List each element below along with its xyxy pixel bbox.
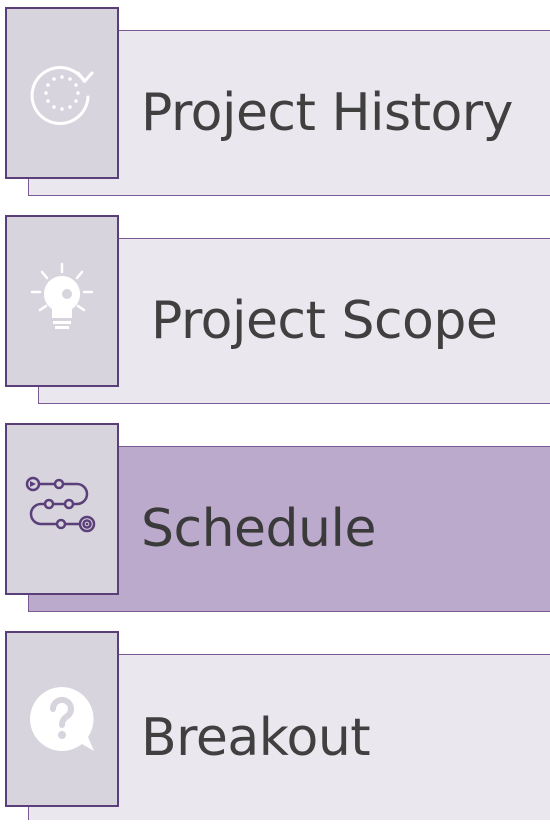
nav-item-project-history[interactable]: Project History: [0, 0, 550, 200]
icon-box: [5, 423, 119, 595]
nav-item-breakout[interactable]: Breakout: [0, 624, 550, 824]
nav-item-label: Project Scope: [151, 291, 498, 351]
icon-box: [5, 631, 119, 807]
lightbulb-gear-icon: [30, 262, 94, 329]
nav-item-project-scope[interactable]: Project Scope: [0, 208, 550, 408]
nav-item-label: Breakout: [141, 707, 371, 768]
nav-item-schedule[interactable]: Schedule: [0, 416, 550, 616]
nav-item-label: Project History: [141, 83, 513, 143]
roadmap-icon: [25, 476, 96, 533]
icon-box: [5, 215, 119, 387]
icon-box: [5, 7, 119, 179]
nav-item-label: Schedule: [141, 499, 376, 559]
question-bubble-icon: [30, 687, 94, 751]
history-icon: [30, 66, 94, 125]
